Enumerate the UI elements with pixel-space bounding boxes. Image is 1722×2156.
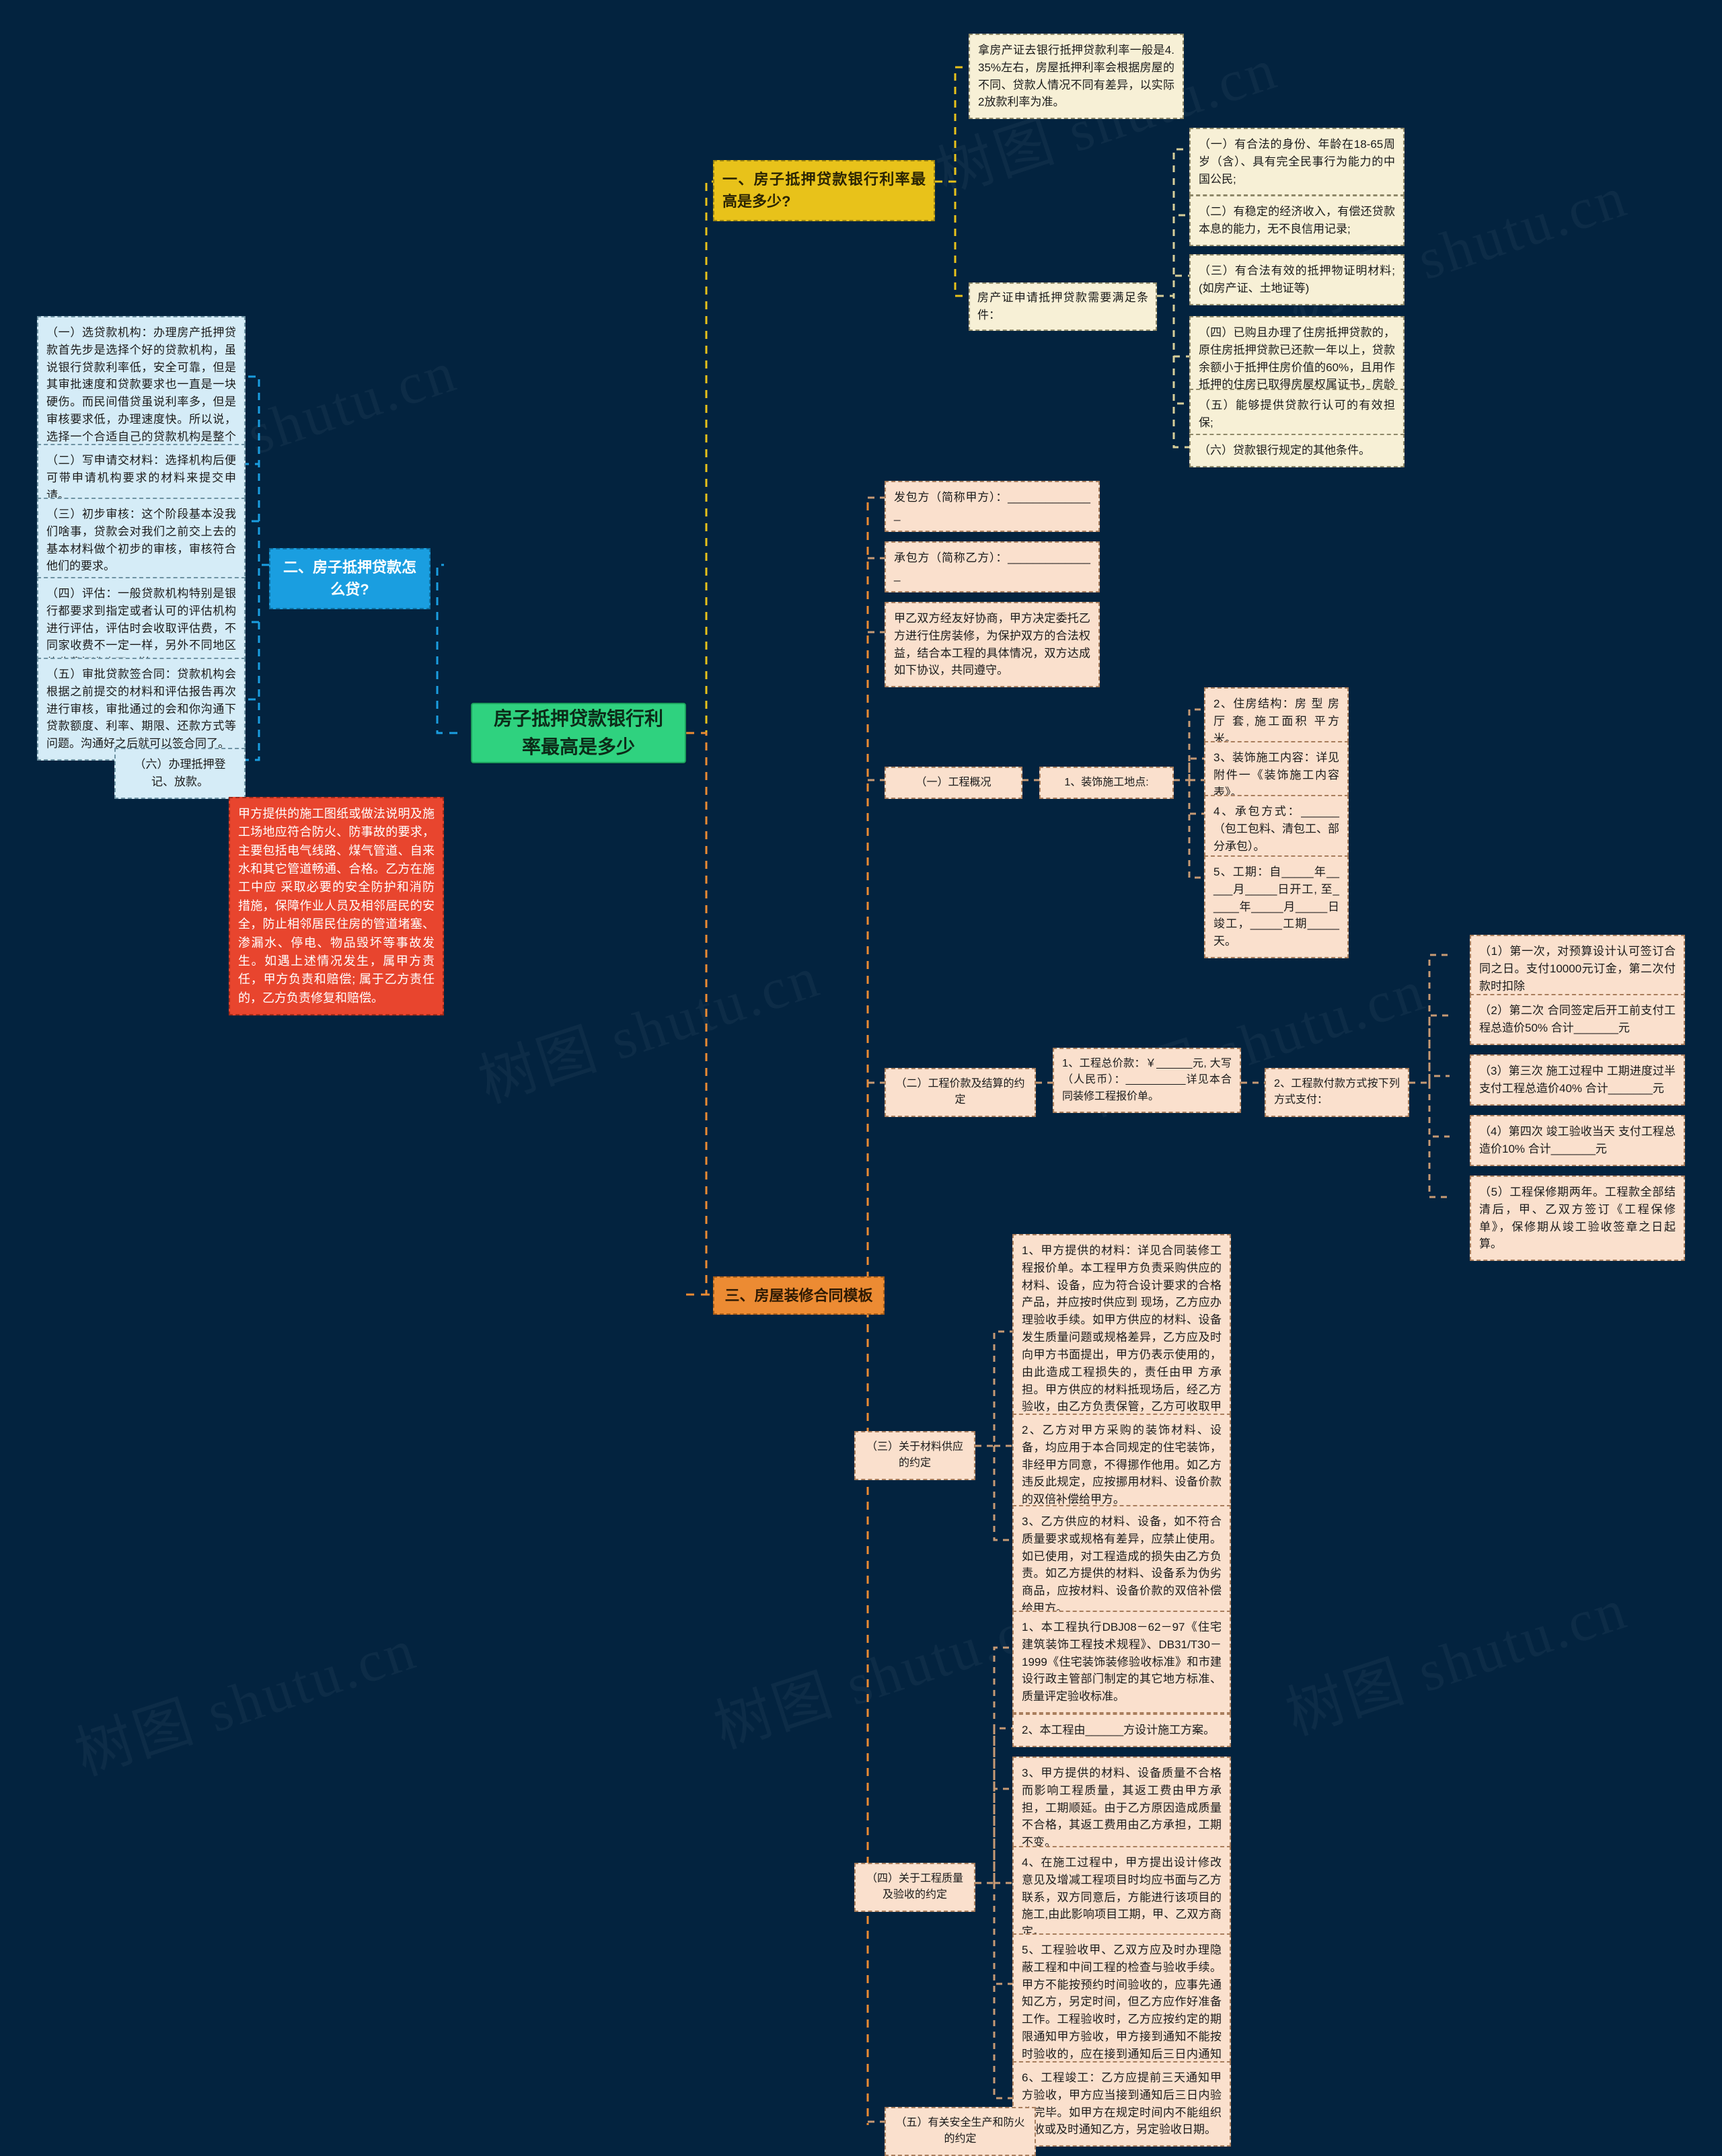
watermark: 树图 shutu.cn [63, 1602, 426, 1792]
payment-installment[interactable]: （1）第一次，对预算设计认可签订合同之日。支付10000元订金，第二次付款时扣除 [1470, 935, 1685, 1003]
section-2-title[interactable]: （二）工程价款及结算的约定 [885, 1068, 1036, 1117]
payment-installment[interactable]: （4）第四次 竣工验收当天 支付工程总造价10% 合计_______元 [1470, 1115, 1685, 1166]
section-4-item[interactable]: 1、本工程执行DBJ08－62－97《住宅建筑装饰工程技术规程》、DB31/T3… [1012, 1611, 1231, 1714]
condition-item-text: （二）有稳定的经济收入，有偿还贷款本息的能力，无不良信用记录; [1199, 205, 1395, 235]
section-4-item-text: 6、工程竣工：乙方应提前三天通知甲方验收，甲方应当接到通知后三日内验收完毕。如甲… [1022, 2071, 1222, 2136]
central-topic[interactable]: 房子抵押贷款银行利率最高是多少 [471, 703, 686, 763]
payment-installment-text: （2）第二次 合同签定后开工前支付工程总造价50% 合计_______元 [1479, 1004, 1676, 1034]
section-2-title-text: （二）工程价款及结算的约定 [895, 1078, 1025, 1106]
payment-installment[interactable]: （2）第二次 合同签定后开工前支付工程总造价50% 合计_______元 [1470, 994, 1685, 1045]
condition-item-text: （五）能够提供贷款行认可的有效担保; [1199, 399, 1395, 429]
conditions-title[interactable]: 房产证申请抵押贷款需要满足条件： [969, 282, 1157, 331]
watermark: 树图 shutu.cn [1274, 1562, 1637, 1751]
section-3-title[interactable]: （三）关于材料供应的约定 [854, 1431, 975, 1480]
contract-party[interactable]: 承包方（简称乙方）：______________ [885, 541, 1100, 592]
condition-item[interactable]: （五）能够提供贷款行认可的有效担保; [1189, 389, 1405, 440]
section-1-item[interactable]: 5、工期：自_____年_____月_____日开工, 至_____年_____… [1204, 855, 1349, 959]
condition-item[interactable]: （一）有合法的身份、年龄在18-65周岁（含）、具有完全民事行为能力的中国公民; [1189, 128, 1405, 196]
branch-1-intro-text: 拿房产证去银行抵押贷款利率一般是4.35%左右，房屋抵押利率会根据房屋的不同、贷… [978, 44, 1174, 109]
section-4-item[interactable]: 2、本工程由______方设计施工方案。 [1012, 1714, 1231, 1747]
section-4-item-text: 3、甲方提供的材料、设备质量不合格而影响工程质量，其返工费由甲方承担，工期顺延。… [1022, 1767, 1222, 1849]
watermark: 树图 shutu.cn [702, 1575, 1065, 1765]
condition-item[interactable]: （三）有合法有效的抵押物证明材料; (如房产证、土地证等) [1189, 254, 1405, 305]
payment-installment-text: （4）第四次 竣工验收当天 支付工程总造价10% 合计_______元 [1479, 1125, 1676, 1155]
payment-installment-text: （3）第三次 施工过程中 工期进度过半 支付工程总造价40% 合计_______… [1479, 1065, 1676, 1095]
section-5-title-text: （五）有关安全生产和防火的约定 [895, 2117, 1025, 2145]
contract-party-text: 承包方（简称乙方）：______________ [894, 551, 1090, 582]
section-3-item-text: 3、乙方供应的材料、设备，如不符合质量要求或规格有差异，应禁止使用。如已使用，对… [1022, 1515, 1222, 1615]
loan-step-text: （五）审批贷款签合同：贷款机构会根据之前提交的材料和评估报告再次进行审核，审批通… [46, 668, 236, 750]
contract-party[interactable]: 发包方（简称甲方）：______________ [885, 481, 1100, 532]
payment-installment-text: （1）第一次，对预算设计认可签订合同之日。支付10000元订金，第二次付款时扣除 [1479, 945, 1676, 993]
branch-2-label: 二、房子抵押贷款怎么贷? [283, 559, 416, 599]
payment-installment[interactable]: （3）第三次 施工过程中 工期进度过半 支付工程总造价40% 合计_______… [1470, 1054, 1685, 1106]
section-1-title-text: （一）工程概况 [915, 777, 991, 788]
branch-1-intro[interactable]: 拿房产证去银行抵押贷款利率一般是4.35%左右，房屋抵押利率会根据房屋的不同、贷… [969, 34, 1184, 120]
loan-step-item[interactable]: （六）办理抵押登记、放款。 [114, 748, 246, 799]
loan-step-item[interactable]: （五）审批贷款签合同：贷款机构会根据之前提交的材料和评估报告再次进行审核，审批通… [37, 658, 246, 761]
branch-3-label: 三、房屋装修合同模板 [724, 1287, 873, 1304]
section-3-title-text: （三）关于材料供应的约定 [866, 1441, 963, 1469]
section-4-title[interactable]: （四）关于工程质量及验收的约定 [854, 1863, 975, 1912]
section-4-item-text: 1、本工程执行DBJ08－62－97《住宅建筑装饰工程技术规程》、DB31/T3… [1022, 1621, 1222, 1703]
loan-step-text: （二）写申请交材料：选择机构后便可带申请机构要求的材料来提交申请。 [46, 454, 236, 502]
contract-preamble-text: 甲乙双方经友好协商，甲方决定委托乙方进行住房装修，为保护双方的合法权益，结合本工… [894, 612, 1090, 677]
section-1-child[interactable]: 1、装饰施工地点: [1039, 767, 1174, 800]
loan-step-text: （三）初步审核：这个阶段基本没我们啥事，贷款会对我们之前交上去的基本材料做个初步… [46, 508, 236, 573]
section-2-total-price[interactable]: 1、工程总价款：￥______元, 大写（人民币）：__________详见本合… [1053, 1048, 1241, 1113]
central-topic-label: 房子抵押贷款银行利率最高是多少 [493, 708, 663, 757]
condition-item-text: （六）贷款银行规定的其他条件。 [1199, 444, 1370, 457]
section-2-total-price-text: 1、工程总价款：￥______元, 大写（人民币）：__________详见本合… [1062, 1058, 1232, 1102]
section-1-item[interactable]: 4、承包方式：______（包工包料、清包工、部分承包）。 [1204, 795, 1349, 863]
loan-step-text: （四）评估：一般贷款机构特别是银行都要求到指定或者认可的评估机构进行评估，评估时… [46, 587, 236, 669]
section-5-title[interactable]: （五）有关安全生产和防火的约定 [885, 2107, 1036, 2156]
section-3-item[interactable]: 3、乙方供应的材料、设备，如不符合质量要求或规格有差异，应禁止使用。如已使用，对… [1012, 1505, 1231, 1625]
section-4-item[interactable]: 6、工程竣工：乙方应提前三天通知甲方验收，甲方应当接到通知后三日内验收完毕。如甲… [1012, 2061, 1231, 2147]
loan-step-text: （六）办理抵押登记、放款。 [134, 758, 226, 788]
section-4-item[interactable]: 3、甲方提供的材料、设备质量不合格而影响工程质量，其返工费由甲方承担，工期顺延。… [1012, 1757, 1231, 1860]
contract-party-text: 发包方（简称甲方）：______________ [894, 491, 1090, 521]
section-3-item-text: 2、乙方对甲方采购的装饰材料、设备，均应用于本合同规定的住宅装饰，非经甲方同意，… [1022, 1424, 1222, 1506]
safety-note[interactable]: 甲方提供的施工图纸或做法说明及施工场地应符合防火、防事故的要求，主要包括电气线路… [229, 797, 444, 1015]
section-1-child-text: 1、装饰施工地点: [1064, 777, 1149, 788]
condition-item-text: （三）有合法有效的抵押物证明材料; (如房产证、土地证等) [1199, 264, 1395, 295]
section-3-item[interactable]: 2、乙方对甲方采购的装饰材料、设备，均应用于本合同规定的住宅装饰，非经甲方同意，… [1012, 1414, 1231, 1517]
section-1-title[interactable]: （一）工程概况 [885, 767, 1022, 800]
section-2-payment-method[interactable]: 2、工程款付款方式按下列方式支付： [1265, 1068, 1409, 1117]
safety-note-text: 甲方提供的施工图纸或做法说明及施工场地应符合防火、防事故的要求，主要包括电气线路… [238, 807, 435, 1005]
section-1-item-text: 2、住房结构：房 型 房 厅 套, 施工面积 平方米。 [1213, 697, 1339, 745]
section-1-item-text: 4、承包方式：______（包工包料、清包工、部分承包）。 [1213, 805, 1339, 853]
section-4-item-text: 4、在施工过程中，甲方提出设计修改意见及增减工程项目时均应书面与乙方联系，双方同… [1022, 1856, 1222, 1939]
condition-item[interactable]: （六）贷款银行规定的其他条件。 [1189, 434, 1405, 467]
loan-step-item[interactable]: （三）初步审核：这个阶段基本没我们啥事，贷款会对我们之前交上去的基本材料做个初步… [37, 498, 246, 584]
section-4-item-text: 2、本工程由______方设计施工方案。 [1022, 1724, 1215, 1736]
loan-step-text: （一）选贷款机构：办理房产抵押贷款首先步是选择个好的贷款机构，虽说银行贷款利率低… [46, 326, 236, 461]
branch-1-label: 一、房子抵押贷款银行利率最高是多少? [722, 171, 926, 210]
section-1-item-text: 5、工期：自_____年_____月_____日开工, 至_____年_____… [1213, 865, 1339, 948]
section-2-payment-method-text: 2、工程款付款方式按下列方式支付： [1274, 1078, 1400, 1106]
watermark: 树图 shutu.cn [467, 929, 829, 1119]
payment-installment-text: （5）工程保修期两年。工程款全部结清后，甲、乙双方签订《工程保修单》，保修期从竣… [1479, 1186, 1676, 1251]
contract-preamble[interactable]: 甲乙双方经友好协商，甲方决定委托乙方进行住房装修，为保护双方的合法权益，结合本工… [885, 602, 1100, 688]
branch-2-node[interactable]: 二、房子抵押贷款怎么贷? [269, 548, 430, 609]
branch-1-node[interactable]: 一、房子抵押贷款银行利率最高是多少? [713, 160, 935, 221]
connector-lines [246, 66, 1450, 2125]
conditions-title-text: 房产证申请抵押贷款需要满足条件： [977, 291, 1148, 321]
section-4-item-text: 5、工程验收甲、乙双方应及时办理隐蔽工程和中间工程的检查与验收手续。甲方不能按预… [1022, 1943, 1222, 2078]
section-1-item-text: 3、装饰施工内容：详见附件一《装饰施工内容表》。 [1213, 751, 1339, 799]
payment-installment[interactable]: （5）工程保修期两年。工程款全部结清后，甲、乙双方签订《工程保修单》，保修期从竣… [1470, 1176, 1685, 1262]
branch-3-node[interactable]: 三、房屋装修合同模板 [713, 1276, 885, 1315]
condition-item-text: （一）有合法的身份、年龄在18-65周岁（含）、具有完全民事行为能力的中国公民; [1199, 138, 1395, 186]
condition-item[interactable]: （二）有稳定的经济收入，有偿还贷款本息的能力，无不良信用记录; [1189, 195, 1405, 246]
section-4-title-text: （四）关于工程质量及验收的约定 [866, 1873, 963, 1901]
